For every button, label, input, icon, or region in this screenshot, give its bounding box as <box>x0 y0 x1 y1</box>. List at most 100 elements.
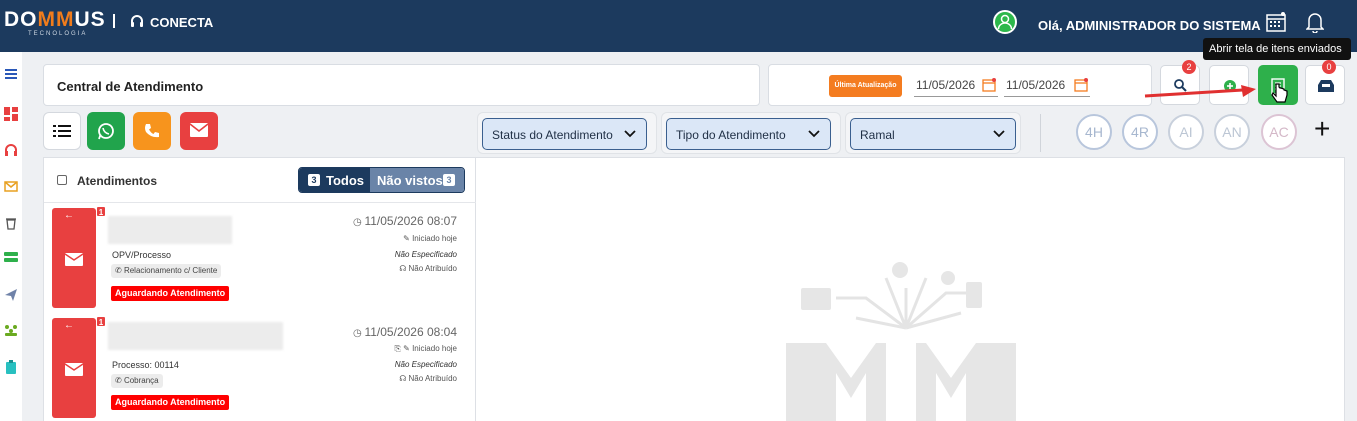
tab-all-label: Todos <box>326 173 365 188</box>
item-tag-label: Cobrança <box>123 376 159 385</box>
detail-panel <box>476 157 1345 421</box>
item-datetime-value: 11/05/2026 08:07 <box>364 214 457 228</box>
chevron-down-icon <box>993 130 1005 138</box>
item-attendant-label: Não Atribuído <box>408 264 457 273</box>
calendar-icon[interactable] <box>1266 12 1286 32</box>
arrow-left-icon: ← <box>64 210 74 221</box>
tipo-filter-label: Tipo do Atendimento <box>676 128 786 142</box>
user-avatar-icon[interactable] <box>993 10 1017 34</box>
list-icon <box>53 125 71 137</box>
tipo-filter-select[interactable]: Tipo do Atendimento <box>666 118 831 150</box>
clock-icon: ◷ <box>352 217 365 228</box>
queue-4h-button[interactable]: 4H <box>1076 114 1112 150</box>
clock-icon: ◷ <box>352 328 365 339</box>
end-date-field[interactable]: 11/05/2026 <box>1004 75 1090 97</box>
redacted-name <box>108 322 283 350</box>
mail-icon <box>190 123 208 137</box>
chevron-down-icon <box>808 130 820 138</box>
headset-icon: ☊ <box>399 374 409 383</box>
status-filter-label: Status do Atendimento <box>492 128 613 142</box>
ramal-filter-select[interactable]: Ramal <box>850 118 1016 150</box>
list-item[interactable]: ← 1 OPV/Processo ✆ Relacionamento c/ Cli… <box>44 204 477 314</box>
menu-icon[interactable] <box>4 67 18 81</box>
empty-state-illustration <box>786 262 1016 421</box>
unread-badge: 1 <box>96 206 106 217</box>
item-attendant: ☊ Não Atribuído <box>399 264 457 273</box>
item-datetime-value: 11/05/2026 08:04 <box>364 325 457 339</box>
user-greeting: Olá, ADMINISTRADOR DO SISTEMA <box>1038 18 1261 33</box>
phone-icon: ✆ <box>115 266 124 275</box>
chevron-down-icon <box>624 130 636 138</box>
queue-4r-button[interactable]: 4R <box>1122 114 1158 150</box>
whatsapp-button[interactable] <box>87 112 125 150</box>
mail-icon <box>65 253 83 266</box>
last-update-badge[interactable]: Última Atualização <box>829 75 902 97</box>
logo-text-mm: MM <box>37 8 75 31</box>
start-date-field[interactable]: 11/05/2026 <box>914 75 998 97</box>
divider <box>1040 114 1041 152</box>
left-sidebar <box>0 52 22 421</box>
add-queue-button[interactable]: + <box>1314 114 1330 144</box>
paperclip-icon: ⎘ <box>394 344 404 353</box>
tab-unseen-count: 3 <box>443 174 455 186</box>
status-filter-select[interactable]: Status do Atendimento <box>482 118 647 150</box>
dashboard-icon[interactable] <box>4 107 18 121</box>
item-datetime: ◷ 11/05/2026 08:07 <box>353 214 457 228</box>
redacted-name <box>108 216 232 244</box>
dommus-logo[interactable]: DOMMUS <box>4 8 106 32</box>
list-filter-toggle: 3 Todos Não vistos 3 <box>298 167 465 193</box>
list-item[interactable]: ← 1 Processo: 00114 ✆ Cobrança Aguardand… <box>44 314 477 421</box>
arrow-left-icon: ← <box>64 320 74 331</box>
item-datetime: ◷ 11/05/2026 08:04 <box>353 325 457 339</box>
headset-icon[interactable] <box>4 143 18 157</box>
phone-icon: ✆ <box>115 376 124 385</box>
queue-an-button[interactable]: AN <box>1214 114 1250 150</box>
trash-icon[interactable] <box>4 216 18 230</box>
item-attendant: ☊ Não Atribuído <box>399 374 457 383</box>
tab-all-count: 3 <box>308 174 320 186</box>
clipboard-icon[interactable] <box>4 360 18 374</box>
logo-subtitle: TECNOLOGIA <box>28 31 88 37</box>
tab-unseen-label: Não vistos <box>377 173 443 188</box>
tab-all[interactable]: 3 Todos <box>299 168 370 192</box>
pencil-icon: ✎ <box>403 234 413 243</box>
item-process: Processo: 00114 <box>112 360 179 370</box>
annotation-arrow-icon <box>1144 85 1256 98</box>
end-date-value: 11/05/2026 <box>1006 78 1066 92</box>
cursor-icon <box>1271 83 1288 103</box>
users-icon[interactable] <box>4 323 18 337</box>
item-assignment: Não Especificado <box>394 250 457 259</box>
list-view-button[interactable] <box>43 112 81 150</box>
search-count-badge: 2 <box>1182 60 1196 74</box>
phone-icon <box>145 124 159 138</box>
pencil-icon: ✎ <box>403 344 413 353</box>
mail-icon <box>65 363 83 376</box>
send-icon[interactable] <box>4 288 18 302</box>
item-assignment: Não Especificado <box>394 360 457 369</box>
queue-ac-button[interactable]: AC <box>1261 114 1297 150</box>
page-title: Central de Atendimento <box>57 79 204 94</box>
module-name: CONECTA <box>150 15 214 30</box>
item-started: ⎘ ✎ Iniciado hoje <box>395 344 457 354</box>
tab-unseen[interactable]: Não vistos 3 <box>370 168 464 192</box>
top-bar: DOMMUS TECNOLOGIA CONECTA Olá, ADMINISTR… <box>0 0 1357 52</box>
bell-icon[interactable] <box>1306 11 1324 33</box>
calendar-icon <box>982 78 996 92</box>
logo-text-suffix: US <box>74 8 106 31</box>
channel-indicator: ← <box>52 208 96 308</box>
attendance-list-panel: Atendimentos 3 Todos Não vistos 3 ← 1 OP… <box>43 157 477 421</box>
calendar-icon <box>1074 78 1088 92</box>
item-attendant-label: Não Atribuído <box>408 374 457 383</box>
phone-button[interactable] <box>133 112 171 150</box>
status-badge: Aguardando Atendimento <box>111 286 230 301</box>
item-tag-label: Relacionamento c/ Cliente <box>123 266 218 275</box>
status-badge: Aguardando Atendimento <box>111 395 230 410</box>
server-icon[interactable] <box>4 250 18 264</box>
list-title: Atendimentos <box>77 174 158 188</box>
mail-icon[interactable] <box>4 179 18 193</box>
ramal-filter-label: Ramal <box>860 128 895 142</box>
queue-ai-button[interactable]: AI <box>1168 114 1204 150</box>
select-all-checkbox[interactable] <box>57 175 67 185</box>
email-button[interactable] <box>180 112 218 150</box>
channel-indicator: ← <box>52 318 96 418</box>
